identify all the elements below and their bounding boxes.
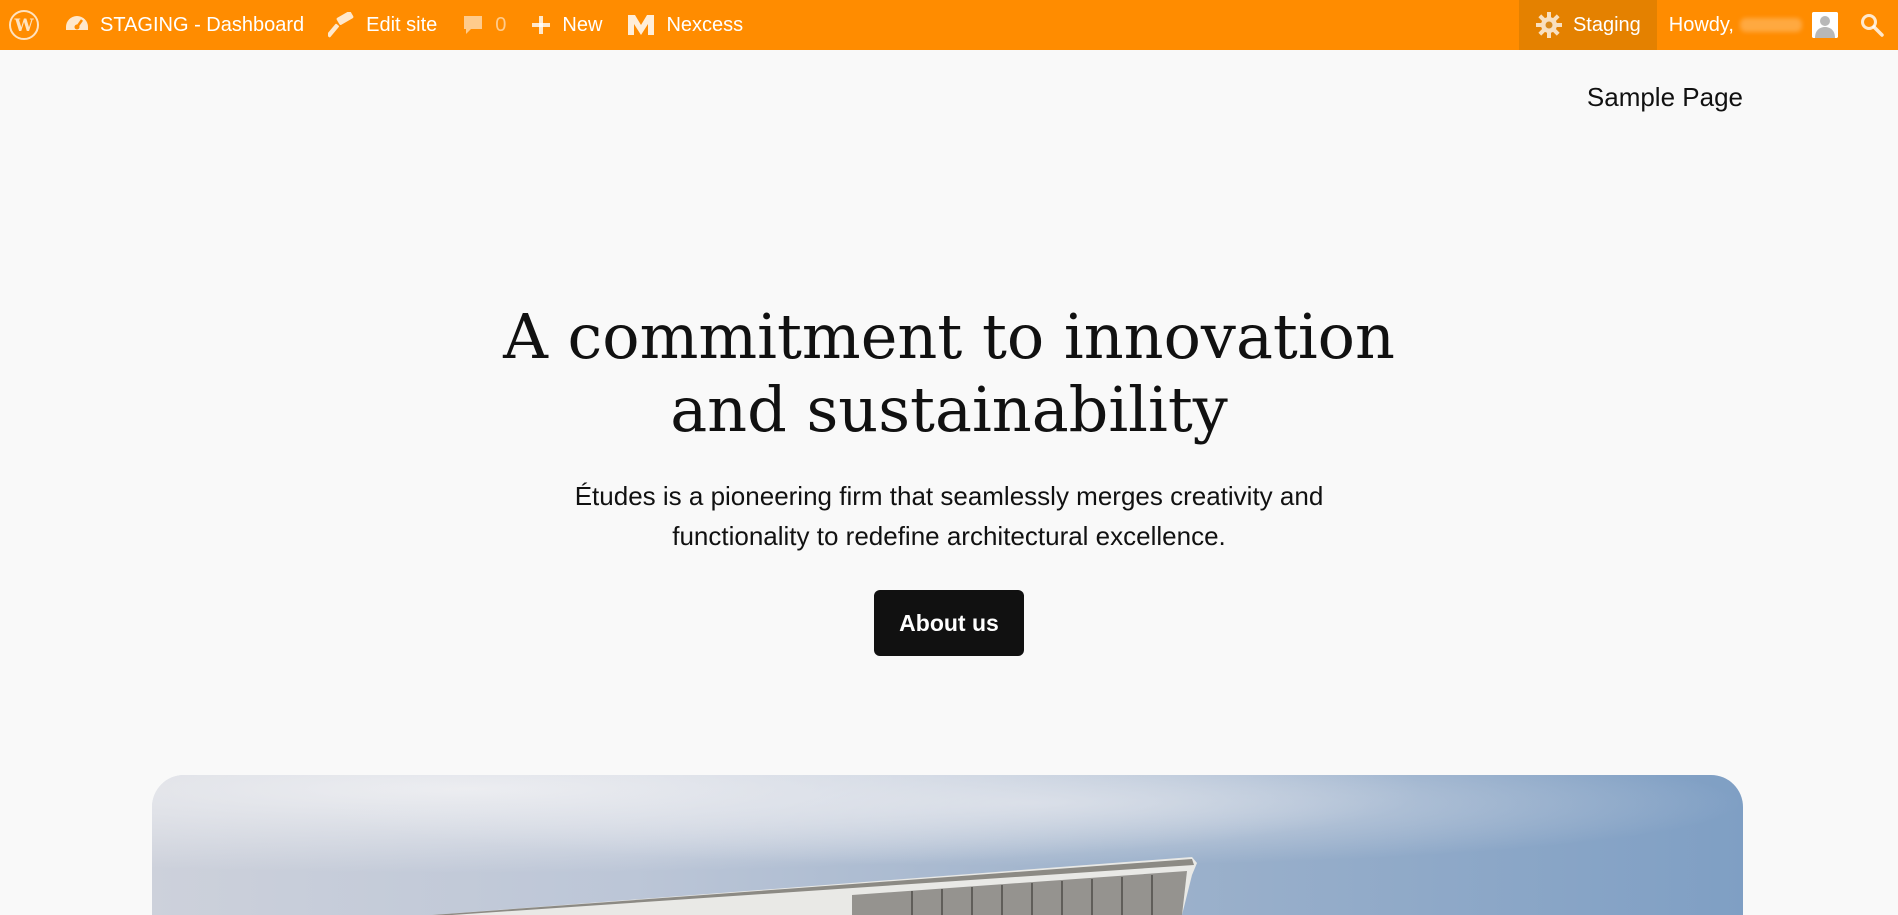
nav-sample-page[interactable]: Sample Page <box>1587 82 1743 113</box>
hero-title: A commitment to innovation and sustainab… <box>503 300 1395 446</box>
site-name-label: STAGING - Dashboard <box>100 13 305 36</box>
wordpress-logo-icon: W <box>8 9 40 41</box>
howdy-label: Howdy, <box>1668 13 1734 36</box>
hero-building-image <box>152 775 1743 915</box>
search-icon <box>1860 13 1884 37</box>
staging-indicator[interactable]: Staging <box>1518 0 1657 50</box>
gear-icon <box>1535 11 1563 39</box>
hero-section: A commitment to innovation and sustainab… <box>0 300 1898 656</box>
site-name-menu[interactable]: STAGING - Dashboard <box>52 0 316 50</box>
svg-text:W: W <box>13 16 34 36</box>
edit-site-link[interactable]: Edit site <box>316 0 449 50</box>
admin-bar: W STAGING - Dashboard Edit site 0 New Ne… <box>0 0 1898 50</box>
edit-site-label: Edit site <box>366 13 438 36</box>
username-redacted <box>1740 18 1802 32</box>
dashboard-gauge-icon <box>64 14 90 36</box>
about-us-button[interactable]: About us <box>874 590 1024 656</box>
plus-icon <box>530 14 552 36</box>
search-toggle[interactable] <box>1850 0 1898 50</box>
nexcess-menu[interactable]: Nexcess <box>614 0 755 50</box>
new-label: New <box>562 13 603 36</box>
nexcess-label: Nexcess <box>666 13 744 36</box>
admin-bar-secondary: Staging Howdy, <box>1518 0 1898 50</box>
hero-description: Études is a pioneering firm that seamles… <box>574 481 1324 551</box>
staging-label: Staging <box>1572 13 1641 36</box>
comment-bubble-icon <box>461 13 485 37</box>
new-content-menu[interactable]: New <box>518 0 614 50</box>
account-menu[interactable]: Howdy, <box>1657 0 1850 50</box>
avatar <box>1812 12 1838 38</box>
hammer-icon <box>328 12 356 38</box>
wordpress-menu[interactable]: W <box>0 0 52 50</box>
comments-count: 0 <box>495 13 507 36</box>
comments-link[interactable]: 0 <box>449 0 518 50</box>
nexcess-logo-icon <box>626 13 656 37</box>
